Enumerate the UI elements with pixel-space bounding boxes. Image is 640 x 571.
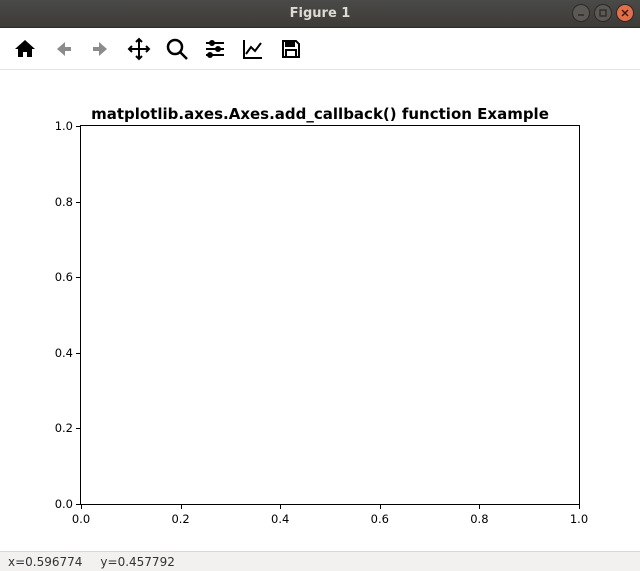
y-tick bbox=[76, 504, 81, 505]
x-tick bbox=[479, 504, 480, 509]
y-tick bbox=[76, 277, 81, 278]
y-tick-label: 0.8 bbox=[55, 195, 73, 209]
x-tick-label: 0.2 bbox=[171, 512, 189, 526]
x-tick bbox=[280, 504, 281, 509]
arrow-left-icon bbox=[51, 37, 75, 61]
configure-subplots-button[interactable] bbox=[198, 32, 232, 66]
cursor-y-readout: y=0.457792 bbox=[100, 555, 174, 569]
x-tick-label: 1.0 bbox=[570, 512, 588, 526]
home-button[interactable] bbox=[8, 32, 42, 66]
y-tick bbox=[76, 202, 81, 203]
window-title: Figure 1 bbox=[290, 6, 351, 21]
close-button[interactable] bbox=[616, 4, 634, 22]
x-tick bbox=[380, 504, 381, 509]
edit-axis-button[interactable] bbox=[236, 32, 270, 66]
x-tick bbox=[181, 504, 182, 509]
pan-button[interactable] bbox=[122, 32, 156, 66]
status-bar: x=0.596774 y=0.457792 bbox=[0, 551, 640, 571]
axes[interactable]: 0.00.20.40.60.81.00.00.20.40.60.81.0 bbox=[80, 125, 580, 505]
window-titlebar: Figure 1 bbox=[0, 0, 640, 28]
y-tick bbox=[76, 428, 81, 429]
y-tick-label: 0.4 bbox=[55, 346, 73, 360]
sliders-icon bbox=[203, 37, 227, 61]
x-tick-label: 0.6 bbox=[371, 512, 389, 526]
maximize-button[interactable] bbox=[594, 4, 612, 22]
x-tick-label: 0.4 bbox=[271, 512, 289, 526]
window-controls bbox=[572, 4, 634, 22]
cursor-x-readout: x=0.596774 bbox=[8, 555, 82, 569]
y-tick bbox=[76, 126, 81, 127]
y-tick-label: 1.0 bbox=[55, 119, 73, 133]
x-tick bbox=[579, 504, 580, 509]
x-tick-label: 0.8 bbox=[470, 512, 488, 526]
home-icon bbox=[13, 37, 37, 61]
save-icon bbox=[279, 37, 303, 61]
chart-line-icon bbox=[241, 37, 265, 61]
y-tick-label: 0.2 bbox=[55, 421, 73, 435]
toolbar bbox=[0, 28, 640, 70]
move-icon bbox=[127, 37, 151, 61]
forward-button[interactable] bbox=[84, 32, 118, 66]
x-tick bbox=[81, 504, 82, 509]
back-button[interactable] bbox=[46, 32, 80, 66]
minimize-button[interactable] bbox=[572, 4, 590, 22]
y-tick-label: 0.6 bbox=[55, 270, 73, 284]
x-tick-label: 0.0 bbox=[72, 512, 90, 526]
arrow-right-icon bbox=[89, 37, 113, 61]
y-tick bbox=[76, 353, 81, 354]
axes-title: matplotlib.axes.Axes.add_callback() func… bbox=[0, 105, 640, 123]
y-tick-label: 0.0 bbox=[55, 497, 73, 511]
zoom-button[interactable] bbox=[160, 32, 194, 66]
save-button[interactable] bbox=[274, 32, 308, 66]
zoom-icon bbox=[165, 37, 189, 61]
figure-canvas[interactable]: matplotlib.axes.Axes.add_callback() func… bbox=[0, 70, 640, 551]
